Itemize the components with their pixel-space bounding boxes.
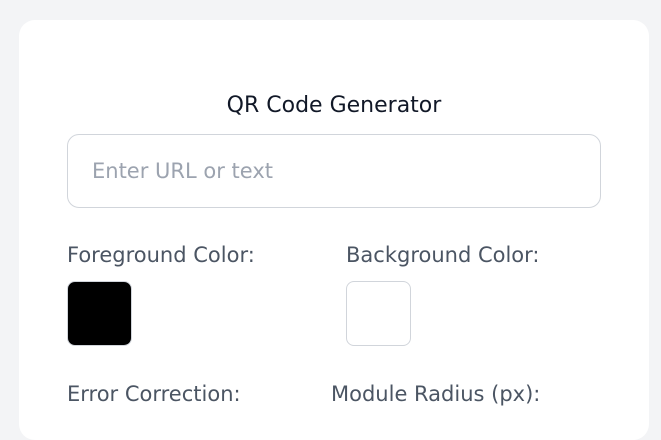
foreground-color-label: Foreground Color: — [67, 243, 255, 267]
background-color-picker[interactable] — [346, 281, 411, 346]
generator-card: QR Code Generator Foreground Color: Back… — [19, 20, 649, 440]
error-correction-label: Error Correction: — [67, 382, 241, 406]
url-input[interactable] — [67, 134, 601, 208]
module-radius-label: Module Radius (px): — [331, 382, 541, 406]
page-title: QR Code Generator — [226, 93, 442, 118]
foreground-color-picker[interactable] — [67, 281, 132, 346]
background-color-label: Background Color: — [346, 243, 540, 267]
